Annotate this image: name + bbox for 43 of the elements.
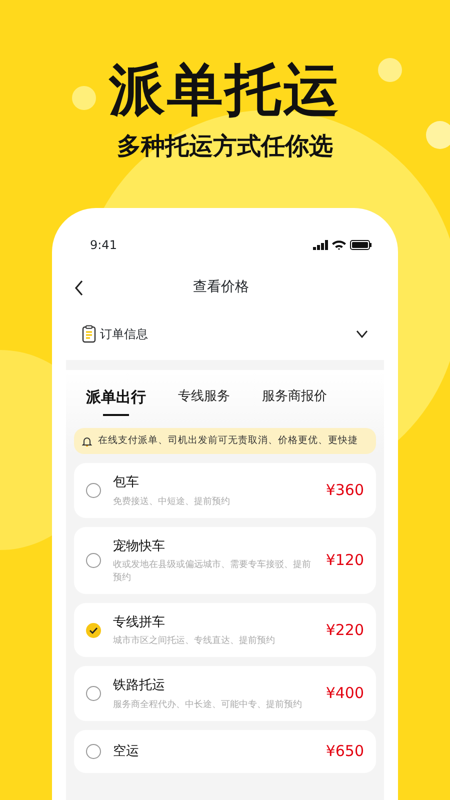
order-info-label: 订单信息	[100, 326, 149, 343]
option-title: 铁路托运	[113, 677, 166, 696]
background-circle	[72, 86, 96, 110]
option-description: 免费接送、中短途、提前预约	[113, 496, 231, 508]
background-circle	[378, 58, 402, 82]
radio-button[interactable]	[86, 686, 101, 702]
option-description: 城市市区之间托运、专线直达、提前预约	[113, 635, 276, 648]
option-description: 收或发地在县级或偏远城市、需要专车接驳、提前预约	[113, 559, 312, 584]
option-card[interactable]: 专线拼车 城市市区之间托运、专线直达、提前预约 ¥220	[74, 602, 376, 658]
option-price: ¥220	[326, 620, 364, 641]
chevron-icon	[356, 330, 368, 338]
radio-button[interactable]	[86, 622, 101, 638]
page-title: 查看价格	[192, 278, 250, 298]
battery-icon	[350, 240, 372, 250]
option-price: ¥360	[326, 480, 364, 502]
radio-button[interactable]	[86, 744, 101, 759]
check-icon	[89, 626, 98, 634]
option-title: 宠物快车	[113, 538, 166, 556]
option-price: ¥650	[326, 741, 364, 762]
option-price: ¥120	[326, 550, 364, 572]
notice-text: 在线支付派单、司机出发前可无责取消、价格更优、更快捷	[98, 434, 358, 448]
radio-button[interactable]	[86, 552, 101, 568]
option-card[interactable]: 空运 ¥650	[74, 730, 376, 773]
tab[interactable]: 服务商报价	[262, 386, 327, 416]
option-card[interactable]: 包车 免费接送、中短途、提前预约 ¥360	[74, 463, 376, 518]
tab[interactable]: 专线服务	[178, 386, 230, 416]
option-card[interactable]: 宠物快车 收或发地在县级或偏远城市、需要专车接驳、提前预约 ¥120	[74, 526, 376, 594]
clipboard-icon	[82, 324, 96, 343]
option-card[interactable]: 铁路托运 服务商全程代办、中长途、可能中专、提前预约 ¥400	[74, 666, 376, 722]
radio-button[interactable]	[86, 483, 101, 498]
option-title: 包车	[113, 474, 140, 492]
wifi-icon	[332, 240, 346, 250]
status-time: 9:41	[90, 236, 117, 254]
signal-icon	[313, 240, 328, 250]
subheadline: 多种托运方式任你选	[117, 130, 333, 162]
headline: 派单托运	[109, 60, 341, 122]
option-title: 专线拼车	[113, 614, 166, 632]
option-price: ¥400	[326, 683, 364, 704]
tab[interactable]: 派单出行	[86, 386, 146, 416]
option-title: 空运	[113, 742, 140, 761]
bell-icon	[82, 436, 92, 447]
option-description: 服务商全程代办、中长途、可能中专、提前预约	[113, 698, 303, 712]
background-circle	[426, 121, 450, 149]
